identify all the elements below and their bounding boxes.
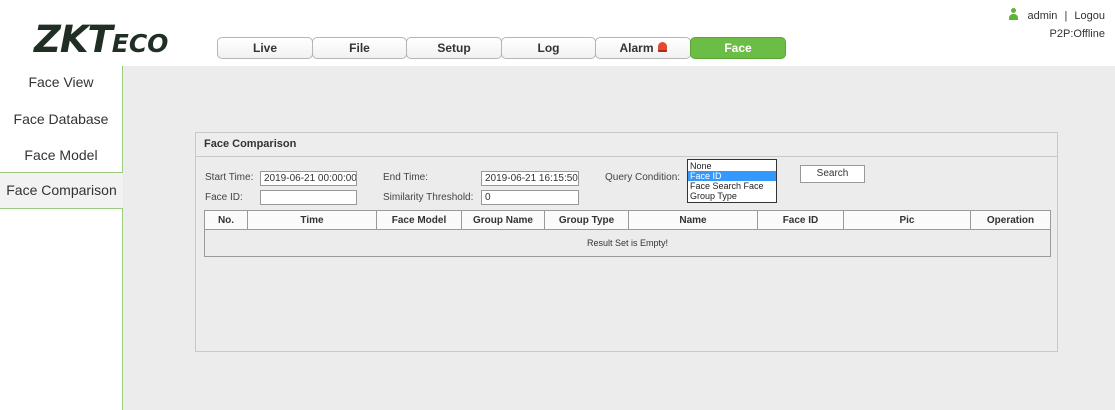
face-id-label: Face ID:	[205, 192, 243, 203]
tab-log[interactable]: Log	[501, 37, 596, 59]
p2p-status: P2P:Offline	[1049, 28, 1105, 40]
tab-setup[interactable]: Setup	[406, 37, 502, 59]
tab-alarm-label: Alarm	[619, 41, 654, 55]
start-time-label: Start Time:	[205, 172, 254, 183]
user-line: admin | Logou	[1008, 8, 1105, 22]
sidebar-item-label: Face Model	[24, 147, 98, 163]
tab-alarm[interactable]: Alarm	[595, 37, 691, 59]
table-row: Result Set is Empty!	[204, 229, 1051, 257]
face-id-input[interactable]	[260, 190, 357, 205]
query-option-face-id[interactable]: Face ID	[688, 171, 776, 181]
end-time-input[interactable]: 2019-06-21 16:15:50	[481, 171, 579, 186]
sidebar-item-label: Face View	[28, 74, 94, 90]
logout-link[interactable]: Logou	[1074, 10, 1105, 22]
col-pic: Pic	[843, 210, 971, 230]
col-time: Time	[247, 210, 377, 230]
tab-face-label: Face	[724, 41, 752, 55]
user-icon	[1008, 8, 1019, 20]
zkteco-logo: ZKTECO	[34, 18, 168, 61]
similarity-threshold-input[interactable]: 0	[481, 190, 579, 205]
panel-title: Face Comparison	[196, 133, 1057, 157]
logo-tail: ECO	[111, 29, 169, 58]
sidebar-item-face-database[interactable]: Face Database	[0, 109, 122, 129]
tab-face[interactable]: Face	[690, 37, 786, 59]
col-operation: Operation	[970, 210, 1051, 230]
sidebar-item-face-view[interactable]: Face View	[0, 72, 122, 92]
sidebar-item-label: Face Database	[13, 111, 109, 127]
alarm-bell-icon	[657, 42, 667, 52]
search-button[interactable]: Search	[800, 165, 865, 183]
username: admin	[1027, 10, 1058, 22]
query-condition-listbox[interactable]: None Face ID Face Search Face Group Type	[687, 159, 777, 203]
col-face-model: Face Model	[376, 210, 462, 230]
tab-file[interactable]: File	[312, 37, 407, 59]
col-no: No.	[204, 210, 248, 230]
col-group-name: Group Name	[461, 210, 545, 230]
start-time-input[interactable]: 2019-06-21 00:00:00	[260, 171, 357, 186]
col-face-id: Face ID	[757, 210, 844, 230]
user-separator: |	[1064, 10, 1068, 22]
sidebar-item-face-model[interactable]: Face Model	[0, 145, 122, 165]
sidebar: Face View Face Database Face Model Face …	[0, 66, 123, 410]
end-time-label: End Time:	[383, 172, 429, 183]
query-option-face-search-face[interactable]: Face Search Face	[688, 181, 776, 191]
query-option-none[interactable]: None	[688, 161, 776, 171]
query-condition-label: Query Condition:	[605, 172, 681, 183]
empty-result-message: Result Set is Empty!	[204, 229, 1051, 257]
sidebar-item-label: Face Comparison	[6, 182, 117, 198]
col-name: Name	[628, 210, 758, 230]
logo-main: ZKT	[34, 18, 113, 61]
table-header-row: No. Time Face Model Group Name Group Typ…	[204, 210, 1051, 230]
tab-setup-label: Setup	[437, 41, 471, 55]
face-comparison-panel: Face Comparison Start Time: 2019-06-21 0…	[195, 132, 1058, 352]
similarity-threshold-label: Similarity Threshold:	[383, 192, 474, 203]
user-area: admin | Logou P2P:Offline	[1008, 8, 1105, 40]
query-option-group-type[interactable]: Group Type	[688, 191, 776, 201]
sidebar-item-face-comparison[interactable]: Face Comparison	[0, 172, 123, 209]
header: ZKTECO Live File Setup Log Alarm Face ad…	[0, 0, 1115, 66]
tab-live[interactable]: Live	[217, 37, 313, 59]
tab-file-label: File	[349, 41, 370, 55]
tab-log-label: Log	[537, 41, 560, 55]
tab-live-label: Live	[252, 41, 277, 55]
results-table: No. Time Face Model Group Name Group Typ…	[204, 210, 1051, 257]
main-content: Face Comparison Start Time: 2019-06-21 0…	[123, 66, 1115, 410]
col-group-type: Group Type	[544, 210, 629, 230]
